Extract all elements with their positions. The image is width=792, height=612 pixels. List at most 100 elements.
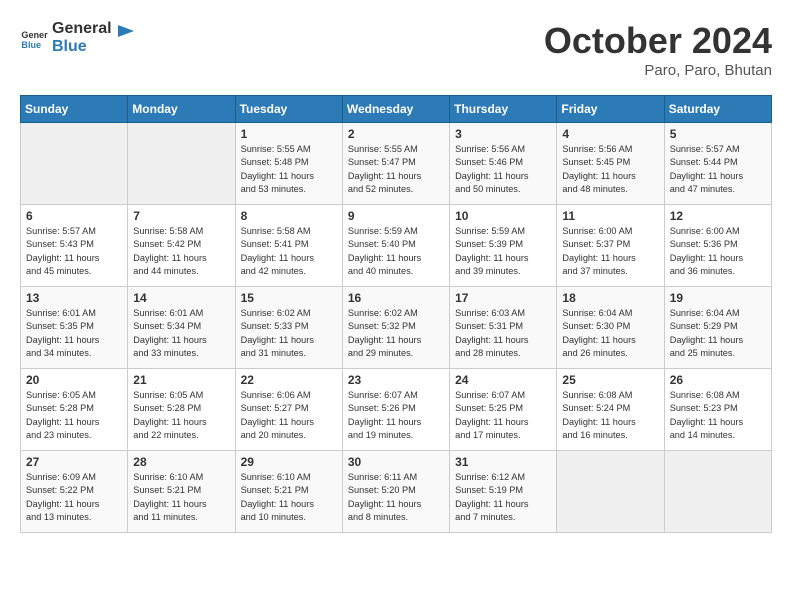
day-info: Sunrise: 6:07 AM Sunset: 5:25 PM Dayligh… bbox=[455, 389, 551, 442]
header-day-saturday: Saturday bbox=[664, 96, 771, 123]
day-number: 17 bbox=[455, 291, 551, 305]
day-info: Sunrise: 6:11 AM Sunset: 5:20 PM Dayligh… bbox=[348, 471, 444, 524]
calendar-cell: 14 Sunrise: 6:01 AM Sunset: 5:34 PM Dayli… bbox=[128, 287, 235, 369]
day-number: 28 bbox=[133, 455, 229, 469]
week-row-0: 1 Sunrise: 5:55 AM Sunset: 5:48 PM Daylig… bbox=[21, 123, 772, 205]
svg-text:General: General bbox=[21, 30, 48, 40]
calendar-cell bbox=[557, 451, 664, 533]
calendar-cell: 6Sunrise: 5:57 AM Sunset: 5:43 PM Daylig… bbox=[21, 205, 128, 287]
calendar-cell: 28 Sunrise: 6:10 AM Sunset: 5:21 PM Dayli… bbox=[128, 451, 235, 533]
week-row-3: 20 Sunrise: 6:05 AM Sunset: 5:28 PM Dayli… bbox=[21, 369, 772, 451]
day-number: 22 bbox=[241, 373, 337, 387]
calendar-cell: 12 Sunrise: 6:00 AM Sunset: 5:36 PM Dayli… bbox=[664, 205, 771, 287]
day-info: Sunrise: 6:04 AM Sunset: 5:29 PM Dayligh… bbox=[670, 307, 766, 360]
calendar-table: SundayMondayTuesdayWednesdayThursdayFrid… bbox=[20, 95, 772, 533]
day-info: Sunrise: 6:02 AM Sunset: 5:33 PM Dayligh… bbox=[241, 307, 337, 360]
calendar-cell: 19 Sunrise: 6:04 AM Sunset: 5:29 PM Dayli… bbox=[664, 287, 771, 369]
day-number: 13 bbox=[26, 291, 122, 305]
calendar-cell: 5 Sunrise: 5:57 AM Sunset: 5:44 PM Daylig… bbox=[664, 123, 771, 205]
week-row-2: 13Sunrise: 6:01 AM Sunset: 5:35 PM Dayli… bbox=[21, 287, 772, 369]
day-number: 7 bbox=[133, 209, 229, 223]
header-day-sunday: Sunday bbox=[21, 96, 128, 123]
logo-flag-icon bbox=[116, 23, 136, 53]
logo: General Blue General Blue bbox=[20, 20, 136, 55]
day-number: 1 bbox=[241, 127, 337, 141]
calendar-cell: 15 Sunrise: 6:02 AM Sunset: 5:33 PM Dayli… bbox=[235, 287, 342, 369]
day-info: Sunrise: 6:01 AM Sunset: 5:34 PM Dayligh… bbox=[133, 307, 229, 360]
calendar-body: 1 Sunrise: 5:55 AM Sunset: 5:48 PM Daylig… bbox=[21, 123, 772, 533]
day-number: 24 bbox=[455, 373, 551, 387]
calendar-cell: 21 Sunrise: 6:05 AM Sunset: 5:28 PM Dayli… bbox=[128, 369, 235, 451]
day-info: Sunrise: 6:09 AM Sunset: 5:22 PM Dayligh… bbox=[26, 471, 122, 524]
day-info: Sunrise: 6:00 AM Sunset: 5:37 PM Dayligh… bbox=[562, 225, 658, 278]
page-header: General Blue General Blue October 2024 P… bbox=[20, 20, 772, 79]
calendar-cell: 30Sunrise: 6:11 AM Sunset: 5:20 PM Dayli… bbox=[342, 451, 449, 533]
calendar-cell: 7Sunrise: 5:58 AM Sunset: 5:42 PM Daylig… bbox=[128, 205, 235, 287]
calendar-cell: 4Sunrise: 5:56 AM Sunset: 5:45 PM Daylig… bbox=[557, 123, 664, 205]
day-info: Sunrise: 5:59 AM Sunset: 5:40 PM Dayligh… bbox=[348, 225, 444, 278]
calendar-cell bbox=[128, 123, 235, 205]
header-day-thursday: Thursday bbox=[450, 96, 557, 123]
calendar-cell: 31 Sunrise: 6:12 AM Sunset: 5:19 PM Dayli… bbox=[450, 451, 557, 533]
day-number: 19 bbox=[670, 291, 766, 305]
day-number: 12 bbox=[670, 209, 766, 223]
day-info: Sunrise: 5:58 AM Sunset: 5:41 PM Dayligh… bbox=[241, 225, 337, 278]
day-info: Sunrise: 6:00 AM Sunset: 5:36 PM Dayligh… bbox=[670, 225, 766, 278]
calendar-cell: 9Sunrise: 5:59 AM Sunset: 5:40 PM Daylig… bbox=[342, 205, 449, 287]
day-number: 5 bbox=[670, 127, 766, 141]
calendar-cell bbox=[21, 123, 128, 205]
day-info: Sunrise: 6:10 AM Sunset: 5:21 PM Dayligh… bbox=[241, 471, 337, 524]
day-info: Sunrise: 6:12 AM Sunset: 5:19 PM Dayligh… bbox=[455, 471, 551, 524]
day-info: Sunrise: 5:59 AM Sunset: 5:39 PM Dayligh… bbox=[455, 225, 551, 278]
calendar-cell: 23Sunrise: 6:07 AM Sunset: 5:26 PM Dayli… bbox=[342, 369, 449, 451]
calendar-cell: 8Sunrise: 5:58 AM Sunset: 5:41 PM Daylig… bbox=[235, 205, 342, 287]
week-row-4: 27Sunrise: 6:09 AM Sunset: 5:22 PM Dayli… bbox=[21, 451, 772, 533]
day-info: Sunrise: 6:05 AM Sunset: 5:28 PM Dayligh… bbox=[133, 389, 229, 442]
title-block: October 2024 Paro, Paro, Bhutan bbox=[544, 20, 772, 79]
day-number: 31 bbox=[455, 455, 551, 469]
calendar-cell: 2Sunrise: 5:55 AM Sunset: 5:47 PM Daylig… bbox=[342, 123, 449, 205]
month-title: October 2024 bbox=[544, 20, 772, 62]
calendar-header: SundayMondayTuesdayWednesdayThursdayFrid… bbox=[21, 96, 772, 123]
calendar-cell: 10 Sunrise: 5:59 AM Sunset: 5:39 PM Dayli… bbox=[450, 205, 557, 287]
logo-icon: General Blue bbox=[20, 24, 48, 52]
calendar-cell: 20 Sunrise: 6:05 AM Sunset: 5:28 PM Dayli… bbox=[21, 369, 128, 451]
header-day-tuesday: Tuesday bbox=[235, 96, 342, 123]
calendar-cell: 1 Sunrise: 5:55 AM Sunset: 5:48 PM Daylig… bbox=[235, 123, 342, 205]
calendar-cell: 27Sunrise: 6:09 AM Sunset: 5:22 PM Dayli… bbox=[21, 451, 128, 533]
calendar-cell bbox=[664, 451, 771, 533]
day-info: Sunrise: 6:10 AM Sunset: 5:21 PM Dayligh… bbox=[133, 471, 229, 524]
day-info: Sunrise: 5:55 AM Sunset: 5:48 PM Dayligh… bbox=[241, 143, 337, 196]
day-info: Sunrise: 6:02 AM Sunset: 5:32 PM Dayligh… bbox=[348, 307, 444, 360]
calendar-cell: 13Sunrise: 6:01 AM Sunset: 5:35 PM Dayli… bbox=[21, 287, 128, 369]
calendar-cell: 25 Sunrise: 6:08 AM Sunset: 5:24 PM Dayli… bbox=[557, 369, 664, 451]
day-number: 20 bbox=[26, 373, 122, 387]
calendar-cell: 3 Sunrise: 5:56 AM Sunset: 5:46 PM Daylig… bbox=[450, 123, 557, 205]
day-number: 4 bbox=[562, 127, 658, 141]
day-number: 29 bbox=[241, 455, 337, 469]
day-number: 6 bbox=[26, 209, 122, 223]
day-info: Sunrise: 5:57 AM Sunset: 5:44 PM Dayligh… bbox=[670, 143, 766, 196]
day-info: Sunrise: 5:56 AM Sunset: 5:46 PM Dayligh… bbox=[455, 143, 551, 196]
day-info: Sunrise: 6:08 AM Sunset: 5:24 PM Dayligh… bbox=[562, 389, 658, 442]
day-number: 26 bbox=[670, 373, 766, 387]
svg-text:Blue: Blue bbox=[21, 39, 41, 49]
calendar-cell: 24 Sunrise: 6:07 AM Sunset: 5:25 PM Dayli… bbox=[450, 369, 557, 451]
calendar-cell: 26 Sunrise: 6:08 AM Sunset: 5:23 PM Dayli… bbox=[664, 369, 771, 451]
header-day-wednesday: Wednesday bbox=[342, 96, 449, 123]
day-number: 15 bbox=[241, 291, 337, 305]
day-number: 14 bbox=[133, 291, 229, 305]
location: Paro, Paro, Bhutan bbox=[544, 62, 772, 79]
header-day-friday: Friday bbox=[557, 96, 664, 123]
day-number: 10 bbox=[455, 209, 551, 223]
day-number: 21 bbox=[133, 373, 229, 387]
day-number: 25 bbox=[562, 373, 658, 387]
day-info: Sunrise: 6:03 AM Sunset: 5:31 PM Dayligh… bbox=[455, 307, 551, 360]
day-number: 3 bbox=[455, 127, 551, 141]
day-number: 2 bbox=[348, 127, 444, 141]
day-info: Sunrise: 6:08 AM Sunset: 5:23 PM Dayligh… bbox=[670, 389, 766, 442]
day-info: Sunrise: 6:05 AM Sunset: 5:28 PM Dayligh… bbox=[26, 389, 122, 442]
day-info: Sunrise: 6:06 AM Sunset: 5:27 PM Dayligh… bbox=[241, 389, 337, 442]
calendar-cell: 17 Sunrise: 6:03 AM Sunset: 5:31 PM Dayli… bbox=[450, 287, 557, 369]
day-number: 18 bbox=[562, 291, 658, 305]
